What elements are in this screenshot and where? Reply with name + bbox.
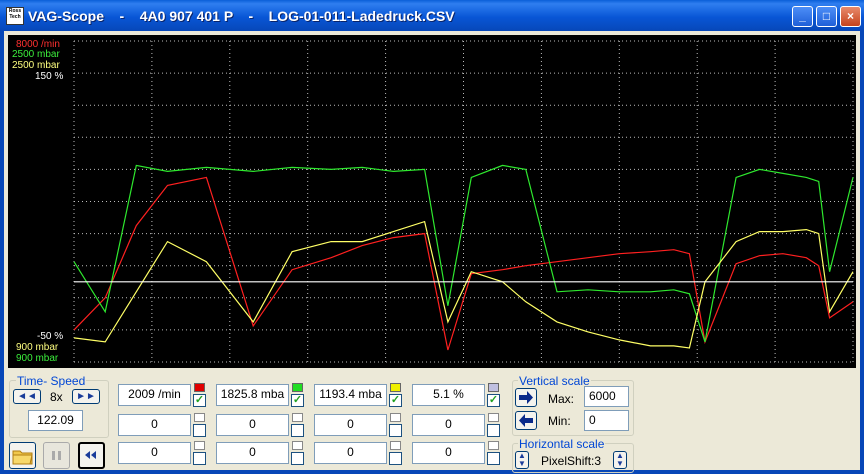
channel-4-row2-swatch[interactable] xyxy=(488,413,499,422)
channel-3-checkbox[interactable]: ✓ xyxy=(389,394,402,407)
channel-3-row3-checkbox[interactable] xyxy=(389,452,402,465)
channel-1-checkbox[interactable]: ✓ xyxy=(193,394,206,407)
channel-2-row3-value[interactable]: 0 xyxy=(216,442,289,464)
channel-3-row3-swatch[interactable] xyxy=(390,441,401,450)
channel-4-value[interactable]: 5.1 % xyxy=(412,384,485,406)
channel-1-row3-checkbox[interactable] xyxy=(193,452,206,465)
channel-1-row2-swatch[interactable] xyxy=(194,413,205,422)
channel-3-row3-value[interactable]: 0 xyxy=(314,442,387,464)
scope-chart xyxy=(73,40,854,363)
folder-icon[interactable] xyxy=(9,442,36,469)
scope-plot: 8000 /min 2500 mbar 2500 mbar 150 % -50 … xyxy=(8,35,856,368)
channel-2-row2-checkbox[interactable] xyxy=(291,424,304,437)
channel-4-row3-swatch[interactable] xyxy=(488,441,499,450)
faster-button[interactable]: ►► xyxy=(72,389,100,404)
channel-1-color-swatch[interactable] xyxy=(194,383,205,392)
pause-icon[interactable] xyxy=(43,442,70,469)
min-field[interactable]: 0 xyxy=(584,410,629,431)
channel-3-row2-value[interactable]: 0 xyxy=(314,414,387,436)
close-button[interactable]: × xyxy=(840,6,861,27)
channel-4-row3-checkbox[interactable] xyxy=(487,452,500,465)
channel-2-value[interactable]: 1825.8 mba xyxy=(216,384,289,406)
channel-1-row3-value[interactable]: 0 xyxy=(118,442,191,464)
channel-1-value[interactable]: 2009 /min xyxy=(118,384,191,406)
channel-4-color-swatch[interactable] xyxy=(488,383,499,392)
channel-2-color-swatch[interactable] xyxy=(292,383,303,392)
channel-1-row2-checkbox[interactable] xyxy=(193,424,206,437)
window-title: VAG-Scope - 4A0 907 401 P - LOG-01-011-L… xyxy=(28,8,455,24)
channel-4-row2-checkbox[interactable] xyxy=(487,424,500,437)
speed-value: 8x xyxy=(50,390,63,404)
app-icon: Ross Tech xyxy=(6,7,24,25)
channel-4-checkbox[interactable]: ✓ xyxy=(487,394,500,407)
max-label: Max: xyxy=(548,392,575,406)
min-label: Min: xyxy=(548,414,571,428)
channel-2-row3-checkbox[interactable] xyxy=(291,452,304,465)
channel-4-row2-value[interactable]: 0 xyxy=(412,414,485,436)
channel-4-row3-value[interactable]: 0 xyxy=(412,442,485,464)
title-bar[interactable]: Ross Tech VAG-Scope - 4A0 907 401 P - LO… xyxy=(0,0,864,31)
channel-2-row2-value[interactable]: 0 xyxy=(216,414,289,436)
horizontal-scale-label: Horizontal scale xyxy=(518,437,606,451)
channel-2-row3-swatch[interactable] xyxy=(292,441,303,450)
time-field[interactable]: 122.09 xyxy=(28,410,83,431)
vertical-scale-label: Vertical scale xyxy=(518,374,591,388)
max-field[interactable]: 6000 xyxy=(584,386,629,407)
channel-1-row3-swatch[interactable] xyxy=(194,441,205,450)
pixelshift-right-spinner[interactable]: ▲ ▼ xyxy=(613,451,627,469)
time-speed-label: Time- Speed xyxy=(16,374,87,388)
maximize-button[interactable]: □ xyxy=(816,6,837,27)
channel-3-value[interactable]: 1193.4 mba xyxy=(314,384,387,406)
channel-3-row2-swatch[interactable] xyxy=(390,413,401,422)
pixelshift-value: PixelShift:3 xyxy=(541,454,602,468)
minimize-button[interactable]: _ xyxy=(792,6,813,27)
arrow-left-icon[interactable] xyxy=(515,411,537,430)
channel-1-row2-value[interactable]: 0 xyxy=(118,414,191,436)
pixelshift-left-spinner[interactable]: ▲ ▼ xyxy=(515,451,529,469)
channel-3-row2-checkbox[interactable] xyxy=(389,424,402,437)
slower-button[interactable]: ◄◄ xyxy=(13,389,41,404)
channel-2-checkbox[interactable]: ✓ xyxy=(291,394,304,407)
arrow-right-icon[interactable] xyxy=(515,388,537,407)
series-line-rpm xyxy=(73,176,854,351)
channel-3-color-swatch[interactable] xyxy=(390,383,401,392)
rewind-icon[interactable] xyxy=(78,442,105,469)
channel-2-row2-swatch[interactable] xyxy=(292,413,303,422)
